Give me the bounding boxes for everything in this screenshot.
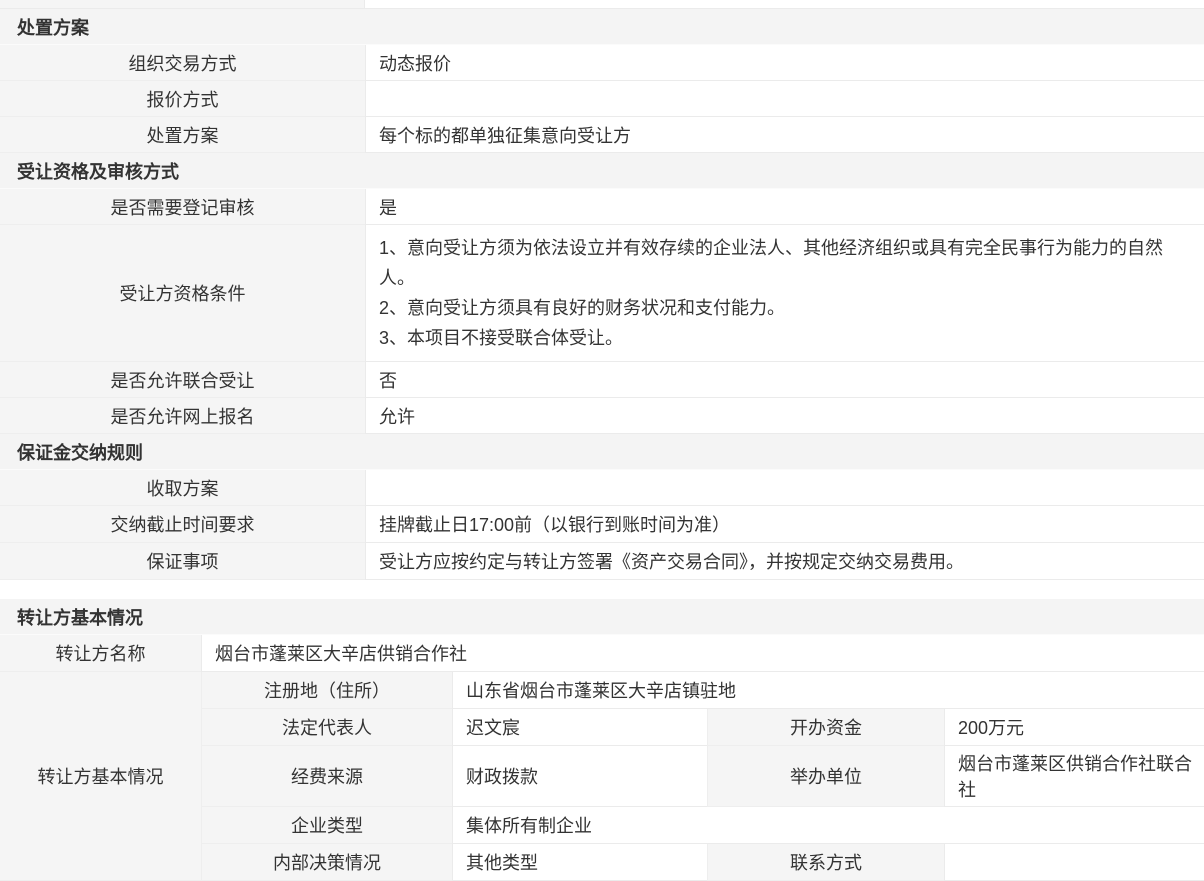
row-label: 转让方名称 [0,635,201,672]
row-label: 报价方式 [0,81,365,117]
table-row: 收取方案 [0,470,1204,506]
table-row: 保证事项 受让方应按约定与转让方签署《资产交易合同》，并按规定交纳交易费用。 [0,543,1204,580]
row-value: 烟台市蓬莱区供销合作社联合社 [944,746,1204,807]
row-value: 动态报价 [365,45,1204,81]
section-header-disposal-plan: 处置方案 [0,9,1204,45]
row-label: 联系方式 [707,844,944,881]
table-row: 经费来源 财政拨款 举办单位 烟台市蓬莱区供销合作社联合社 [201,746,1204,807]
row-label: 是否需要登记审核 [0,189,365,225]
row-label: 法定代表人 [201,709,452,746]
table-row: 交纳截止时间要求 挂牌截止日17:00前（以银行到账时间为准） [0,506,1204,543]
row-label: 是否允许网上报名 [0,398,365,434]
table-row: 处置方案 每个标的都单独征集意向受让方 [0,117,1204,153]
row-label: 交纳截止时间要求 [0,506,365,543]
row-value [944,844,1204,881]
row-value: 烟台市蓬莱区大辛店供销合作社 [201,635,1204,672]
section-title: 受让资格及审核方式 [17,158,179,184]
row-label: 开办资金 [707,709,944,746]
row-value: 集体所有制企业 [452,807,1204,844]
row-label: 保证事项 [0,543,365,580]
section-header-qualification: 受让资格及审核方式 [0,153,1204,189]
row-value: 其他类型 [452,844,707,881]
row-label: 企业类型 [201,807,452,844]
table-row: 注册地（住所） 山东省烟台市蓬莱区大辛店镇驻地 [201,672,1204,709]
table-row: 内部决策情况 其他类型 联系方式 [201,844,1204,881]
section-header-deposit-rules: 保证金交纳规则 [0,434,1204,470]
table-row: 是否需要登记审核 是 [0,189,1204,225]
row-value: 山东省烟台市蓬莱区大辛店镇驻地 [452,672,1204,709]
row-label: 经费来源 [201,746,452,807]
qualification-line: 2、意向受让方须具有良好的财务状况和支付能力。 [379,293,785,323]
section-title: 转让方基本情况 [17,604,143,630]
section-title: 处置方案 [17,14,89,40]
row-value: 200万元 [944,709,1204,746]
table-separator-gap [0,580,1204,599]
table-row: 组织交易方式 动态报价 [0,45,1204,81]
row-value [365,470,1204,506]
table-row: 法定代表人 迟文宸 开办资金 200万元 [201,709,1204,746]
table-row: 转让方名称 烟台市蓬莱区大辛店供销合作社 [0,635,1204,672]
detail-outer-label: 转让方基本情况 [0,672,201,881]
table-row: 企业类型 集体所有制企业 [201,807,1204,844]
row-value: 财政拨款 [452,746,707,807]
row-value: 否 [365,362,1204,398]
row-label: 内部决策情况 [201,844,452,881]
row-label: 受让方资格条件 [0,225,365,362]
row-label: 举办单位 [707,746,944,807]
table-row: 是否允许联合受让 否 [0,362,1204,398]
row-value: 每个标的都单独征集意向受让方 [365,117,1204,153]
row-value: 受让方应按约定与转让方签署《资产交易合同》，并按规定交纳交易费用。 [365,543,1204,580]
partial-row-top [0,0,1204,9]
table-row: 受让方资格条件 1、意向受让方须为依法设立并有效存续的企业法人、其他经济组织或具… [0,225,1204,362]
row-value [365,81,1204,117]
qualification-line: 1、意向受让方须为依法设立并有效存续的企业法人、其他经济组织或具有完全民事行为能… [379,233,1194,293]
detail-rows: 注册地（住所） 山东省烟台市蓬莱区大辛店镇驻地 法定代表人 迟文宸 开办资金 2… [201,672,1204,881]
row-label: 注册地（住所） [201,672,452,709]
partial-label-cell [0,0,365,8]
row-value: 迟文宸 [452,709,707,746]
qualification-line: 3、本项目不接受联合体受让。 [379,323,623,353]
table-row: 是否允许网上报名 允许 [0,398,1204,434]
table-row: 报价方式 [0,81,1204,117]
row-value: 允许 [365,398,1204,434]
row-value: 挂牌截止日17:00前（以银行到账时间为准） [365,506,1204,543]
transferor-detail-table: 转让方基本情况 注册地（住所） 山东省烟台市蓬莱区大辛店镇驻地 法定代表人 迟文… [0,672,1204,881]
row-label: 是否允许联合受让 [0,362,365,398]
row-value: 是 [365,189,1204,225]
section-header-transferor-info: 转让方基本情况 [0,599,1204,635]
row-label: 处置方案 [0,117,365,153]
row-label: 组织交易方式 [0,45,365,81]
section-title: 保证金交纳规则 [17,439,143,465]
row-value: 1、意向受让方须为依法设立并有效存续的企业法人、其他经济组织或具有完全民事行为能… [365,225,1204,362]
row-label: 收取方案 [0,470,365,506]
